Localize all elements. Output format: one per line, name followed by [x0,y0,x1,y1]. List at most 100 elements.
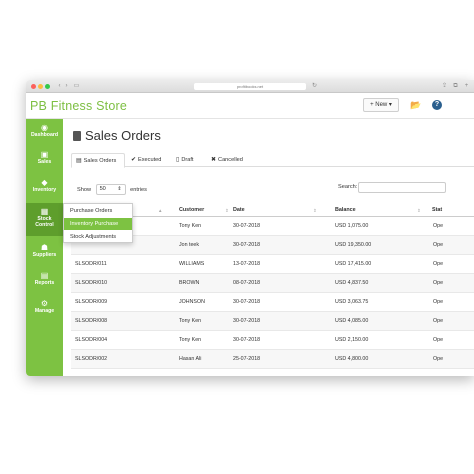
column-header-date[interactable]: Date [233,204,245,217]
close-window-button[interactable] [31,84,36,89]
tab-label: Sales Orders [83,158,117,164]
sidebar: ◉ Dashboard ▣ Sales ◆ Inventory ▦ Stock … [26,119,63,376]
sidebar-item-reports[interactable]: ▤ Reports [26,271,63,286]
reload-icon[interactable]: ↻ [311,83,318,90]
sidebar-item-label: Manage [34,308,55,314]
select-arrows-icon: ⇕ [117,186,122,192]
balance-cell: USD 17,415.00 [335,261,372,267]
balance-cell: USD 3,063.75 [335,299,369,305]
zoom-window-button[interactable] [45,84,50,89]
page-length-control: Show 50 ⇕ entries [77,184,147,195]
sort-arrows-icon[interactable]: ⇕ [225,204,229,217]
sidebar-item-label-line2: Control [35,222,54,228]
customer-cell: Hasan Ali [179,356,202,362]
date-cell: 30-07-2018 [233,242,261,248]
table-row[interactable]: SLSODR/009 JOHNSON 30-07-2018 USD 3,063.… [71,293,474,312]
dashboard-icon: ◉ [41,123,48,132]
sidebar-item-stock-control[interactable]: ▦ Stock Control [26,203,63,236]
reports-icon: ▤ [40,271,49,280]
forward-icon[interactable]: › [63,83,70,90]
browser-titlebar: ‹ › ▭ profitbooks.net ↻ ⇪ ⧉ + [26,80,474,93]
status-cell: Ope [433,337,444,343]
table-row[interactable]: SLSODR/011 WILLIAMS 13-07-2018 USD 17,41… [71,255,474,274]
folder-icon[interactable]: 📂 [410,99,421,111]
order-id[interactable]: SLSODR/009 [75,293,107,312]
balance-cell: USD 4,800.00 [335,356,369,362]
app-title[interactable]: PB Fitness Store [30,99,127,113]
sidebar-item-suppliers[interactable]: ☗ Suppliers [26,243,63,258]
new-button[interactable]: + New ▾ [363,98,399,112]
address-bar[interactable]: profitbooks.net [194,83,306,90]
sort-arrow-icon[interactable]: ▲ [158,204,162,217]
table-row[interactable]: SLSODR/002 Hasan Ali 25-07-2018 USD 4,80… [71,350,474,369]
sidebar-item-sales[interactable]: ▣ Sales [26,150,63,165]
tab-label: Draft [181,157,194,163]
show-label: Show [77,186,91,193]
tab-executed[interactable]: ✔ Executed [127,153,165,167]
gear-icon: ⚙ [40,299,49,308]
date-cell: 25-07-2018 [233,356,261,362]
date-cell: 13-07-2018 [233,261,261,267]
tab-sales-orders[interactable]: ▤ Sales Orders [71,153,125,168]
status-cell: Ope [433,223,444,229]
minimize-window-button[interactable] [38,84,43,89]
balance-cell: USD 19,350.00 [335,242,372,248]
column-header-balance[interactable]: Balance [335,204,356,217]
sort-arrows-icon[interactable]: ⇕ [417,204,421,217]
sidebar-item-label: Sales [37,159,52,165]
date-cell: 30-07-2018 [233,223,261,229]
menu-item-stock-adjustments[interactable]: Stock Adjustments [64,231,132,243]
order-id[interactable]: SLSODR/002 [75,350,107,369]
customer-cell: Tony Ken [179,318,202,324]
sidebar-item-inventory[interactable]: ◆ Inventory [26,178,63,193]
cross-icon: ✖ [211,157,217,163]
table-row[interactable]: SLSODR/008 Tony Ken 30-07-2018 USD 4,085… [71,312,474,331]
back-icon[interactable]: ‹ [56,83,63,90]
sales-icon: ▣ [40,150,49,159]
search-input[interactable] [358,182,446,193]
status-cell: Ope [433,280,444,286]
order-id[interactable]: SLSODR/004 [75,331,107,350]
order-id[interactable]: SLSODR/008 [75,312,107,331]
sidebar-item-label: Suppliers [32,252,57,258]
help-icon[interactable]: ? [432,100,442,110]
search-label: Search: [338,184,358,190]
page-length-select[interactable]: 50 ⇕ [95,184,126,195]
date-cell: 30-07-2018 [233,337,261,343]
sort-arrows-icon[interactable]: ⇕ [313,204,317,217]
draft-icon: ▯ [176,157,180,163]
balance-cell: USD 4,085.00 [335,318,369,324]
balance-cell: USD 4,837.50 [335,280,369,286]
app-header: PB Fitness Store + New ▾ 📂 ? [26,93,474,119]
customer-cell: WILLIAMS [179,261,205,267]
table-row[interactable]: SLSODR/010 BROWN 08-07-2018 USD 4,837.50… [71,274,474,293]
page-title-text: Sales Orders [85,128,161,143]
status-cell: Ope [433,318,444,324]
menu-item-purchase-orders[interactable]: Purchase Orders [64,205,132,217]
tab-cancelled[interactable]: ✖ Cancelled [207,153,247,167]
sidebar-item-manage[interactable]: ⚙ Manage [26,299,63,314]
date-cell: 30-07-2018 [233,318,261,324]
duplicate-tab-icon[interactable]: ⧉ [452,83,459,90]
share-icon[interactable]: ⇪ [441,83,448,90]
column-header-customer[interactable]: Customer [179,204,204,217]
tab-label: Executed [138,157,162,163]
page-title: Sales Orders [73,128,161,143]
stock-control-dropdown: Purchase Orders Inventory Purchase Stock… [63,203,133,243]
order-id[interactable]: SLSODR/011 [75,255,107,274]
customer-cell: Tony Ken [179,337,202,343]
menu-item-inventory-purchase[interactable]: Inventory Purchase [64,218,132,230]
order-id[interactable]: SLSODR/010 [75,274,107,293]
customer-cell: Jon teek [179,242,200,248]
check-icon: ✔ [131,157,137,163]
status-cell: Ope [433,299,444,305]
table-row[interactable]: SLSODR/004 Tony Ken 30-07-2018 USD 2,150… [71,331,474,350]
new-tab-icon[interactable]: + [463,83,470,90]
sidebar-toggle-icon[interactable]: ▭ [73,83,80,90]
entries-label: entries [130,186,147,193]
status-cell: Ope [433,356,444,362]
tab-draft[interactable]: ▯ Draft [172,153,197,167]
sidebar-item-dashboard[interactable]: ◉ Dashboard [26,123,63,138]
suppliers-icon: ☗ [40,243,49,252]
column-header-status[interactable]: Stat [432,204,442,217]
